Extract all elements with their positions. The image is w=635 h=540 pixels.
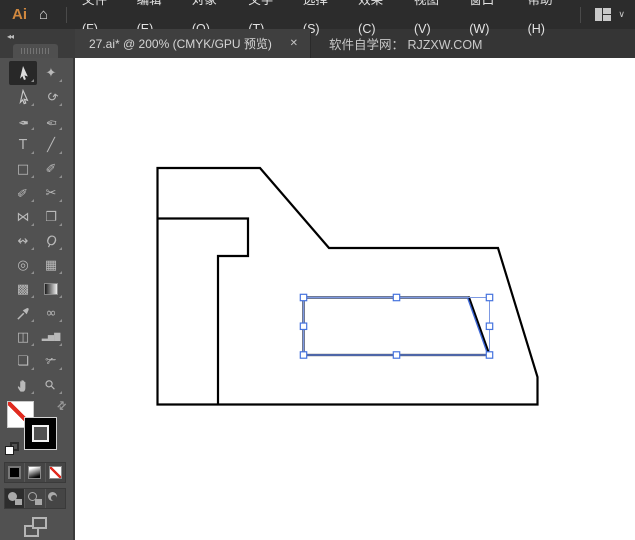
document-tab-title: 27.ai* @ 200% (CMYK/GPU 预览) [89, 35, 282, 52]
reflect-tool[interactable]: ⋈ [9, 205, 37, 229]
selection-handle[interactable] [300, 352, 306, 358]
gradient-tool[interactable] [37, 277, 65, 301]
none-icon [49, 466, 62, 479]
draw-inside-button[interactable] [46, 489, 65, 508]
type-tool[interactable]: T [9, 133, 37, 157]
main-area: ✦↺✒✑T╱□✐✏✂⋈❐↭Ϙ◎▦▩∞◫▂▅▇❏✃⚲ ⇄ [0, 58, 635, 540]
panel-grip[interactable] [13, 44, 58, 58]
paint-gradient-button[interactable] [25, 463, 45, 482]
drawing-modes-row [4, 488, 66, 509]
selection-handle[interactable] [300, 323, 306, 329]
artboard-tool[interactable]: ❏ [9, 349, 37, 373]
collapse-panel-icon[interactable]: ◂◂ [4, 30, 16, 43]
close-tab-icon[interactable]: ✕ [286, 36, 302, 51]
default-fill-stroke-icon[interactable] [5, 441, 21, 457]
magic-wand-tool[interactable]: ✦ [37, 61, 65, 85]
curvature-tool[interactable]: ✑ [37, 109, 65, 133]
workspace-switcher-icon[interactable] [595, 8, 612, 21]
tools-panel: ✦↺✒✑T╱□✐✏✂⋈❐↭Ϙ◎▦▩∞◫▂▅▇❏✃⚲ ⇄ [0, 58, 75, 540]
lasso-tool[interactable]: ↺ [37, 85, 65, 109]
direct-selection-tool[interactable] [9, 85, 37, 109]
draw-behind-button[interactable] [25, 489, 45, 508]
paint-color-button[interactable] [5, 463, 25, 482]
selection-handle[interactable] [486, 294, 492, 300]
symbol-sprayer-tool[interactable]: ◫ [9, 325, 37, 349]
free-transform-tool[interactable]: ❐ [37, 205, 65, 229]
paint-style-row [4, 462, 66, 483]
perspective-grid-tool[interactable]: ▦ [37, 253, 65, 277]
home-icon[interactable]: ⌂ [39, 6, 48, 23]
menu-separator [66, 7, 67, 23]
menu-help[interactable]: 帮助(H) [519, 0, 575, 44]
selection-handle[interactable] [393, 352, 399, 358]
menu-separator [580, 7, 581, 23]
rectangle-tool[interactable]: □ [9, 157, 37, 181]
paintbrush-tool[interactable]: ✐ [37, 157, 65, 181]
selection-handle[interactable] [300, 294, 306, 300]
selected-shape-path[interactable] [304, 298, 490, 356]
draw-inside-icon [48, 492, 62, 505]
line-segment-tool[interactable]: ╱ [37, 133, 65, 157]
menu-bar: Ai ⌂ 文件(F)编辑(E)对象(O)文字(T)选择(S)效果(C)视图(V)… [0, 0, 635, 29]
selection-highlight-path [304, 298, 489, 356]
document-tab[interactable]: 27.ai* @ 200% (CMYK/GPU 预览) ✕ [75, 29, 311, 58]
canvas[interactable] [75, 58, 635, 540]
draw-normal-button[interactable] [5, 489, 25, 508]
paint-none-button[interactable] [46, 463, 65, 482]
shape-builder-tool[interactable]: ◎ [9, 253, 37, 277]
swap-fill-stroke-icon[interactable]: ⇄ [54, 398, 70, 414]
selection-bounding-box[interactable] [304, 298, 490, 356]
tools-dock-header: ◂◂ [0, 29, 75, 58]
puppet-warp-tool[interactable]: Ϙ [37, 229, 65, 253]
fill-stroke-indicator: ⇄ [3, 399, 69, 457]
shaper-tool[interactable]: ✏ [9, 181, 37, 205]
screen-mode-button[interactable] [24, 517, 50, 537]
selection-handle[interactable] [486, 323, 492, 329]
selection-handle[interactable] [393, 294, 399, 300]
selection-tool[interactable] [9, 61, 37, 85]
color-icon [8, 466, 21, 479]
artwork-inner-step-path[interactable] [158, 219, 249, 405]
slice-tool[interactable]: ✃ [37, 349, 65, 373]
chevron-down-icon[interactable]: ∨ [618, 9, 625, 20]
column-graph-tool[interactable]: ▂▅▇ [37, 325, 65, 349]
artwork-outline-path[interactable] [158, 168, 538, 405]
selection-handle[interactable] [486, 352, 492, 358]
scissors-tool[interactable]: ✂ [37, 181, 65, 205]
draw-normal-icon [8, 492, 22, 505]
stroke-swatch-black[interactable] [24, 417, 57, 450]
gradient-icon [28, 466, 41, 479]
eyedropper-tool[interactable] [9, 301, 37, 325]
blend-tool[interactable]: ∞ [37, 301, 65, 325]
mesh-tool[interactable]: ▩ [9, 277, 37, 301]
pen-tool[interactable]: ✒ [9, 109, 37, 133]
draw-behind-icon [28, 492, 42, 505]
width-tool[interactable]: ↭ [9, 229, 37, 253]
tools-grid: ✦↺✒✑T╱□✐✏✂⋈❐↭Ϙ◎▦▩∞◫▂▅▇❏✃⚲ [0, 58, 73, 397]
menu-bar-right: ∨ [574, 7, 627, 23]
artboard[interactable] [75, 58, 635, 540]
illustrator-logo: Ai [12, 6, 27, 23]
zoom-tool[interactable]: ⚲ [37, 373, 65, 397]
window-title: 软件自学网： RJZXW.COM [311, 29, 482, 58]
hand-tool[interactable] [9, 373, 37, 397]
